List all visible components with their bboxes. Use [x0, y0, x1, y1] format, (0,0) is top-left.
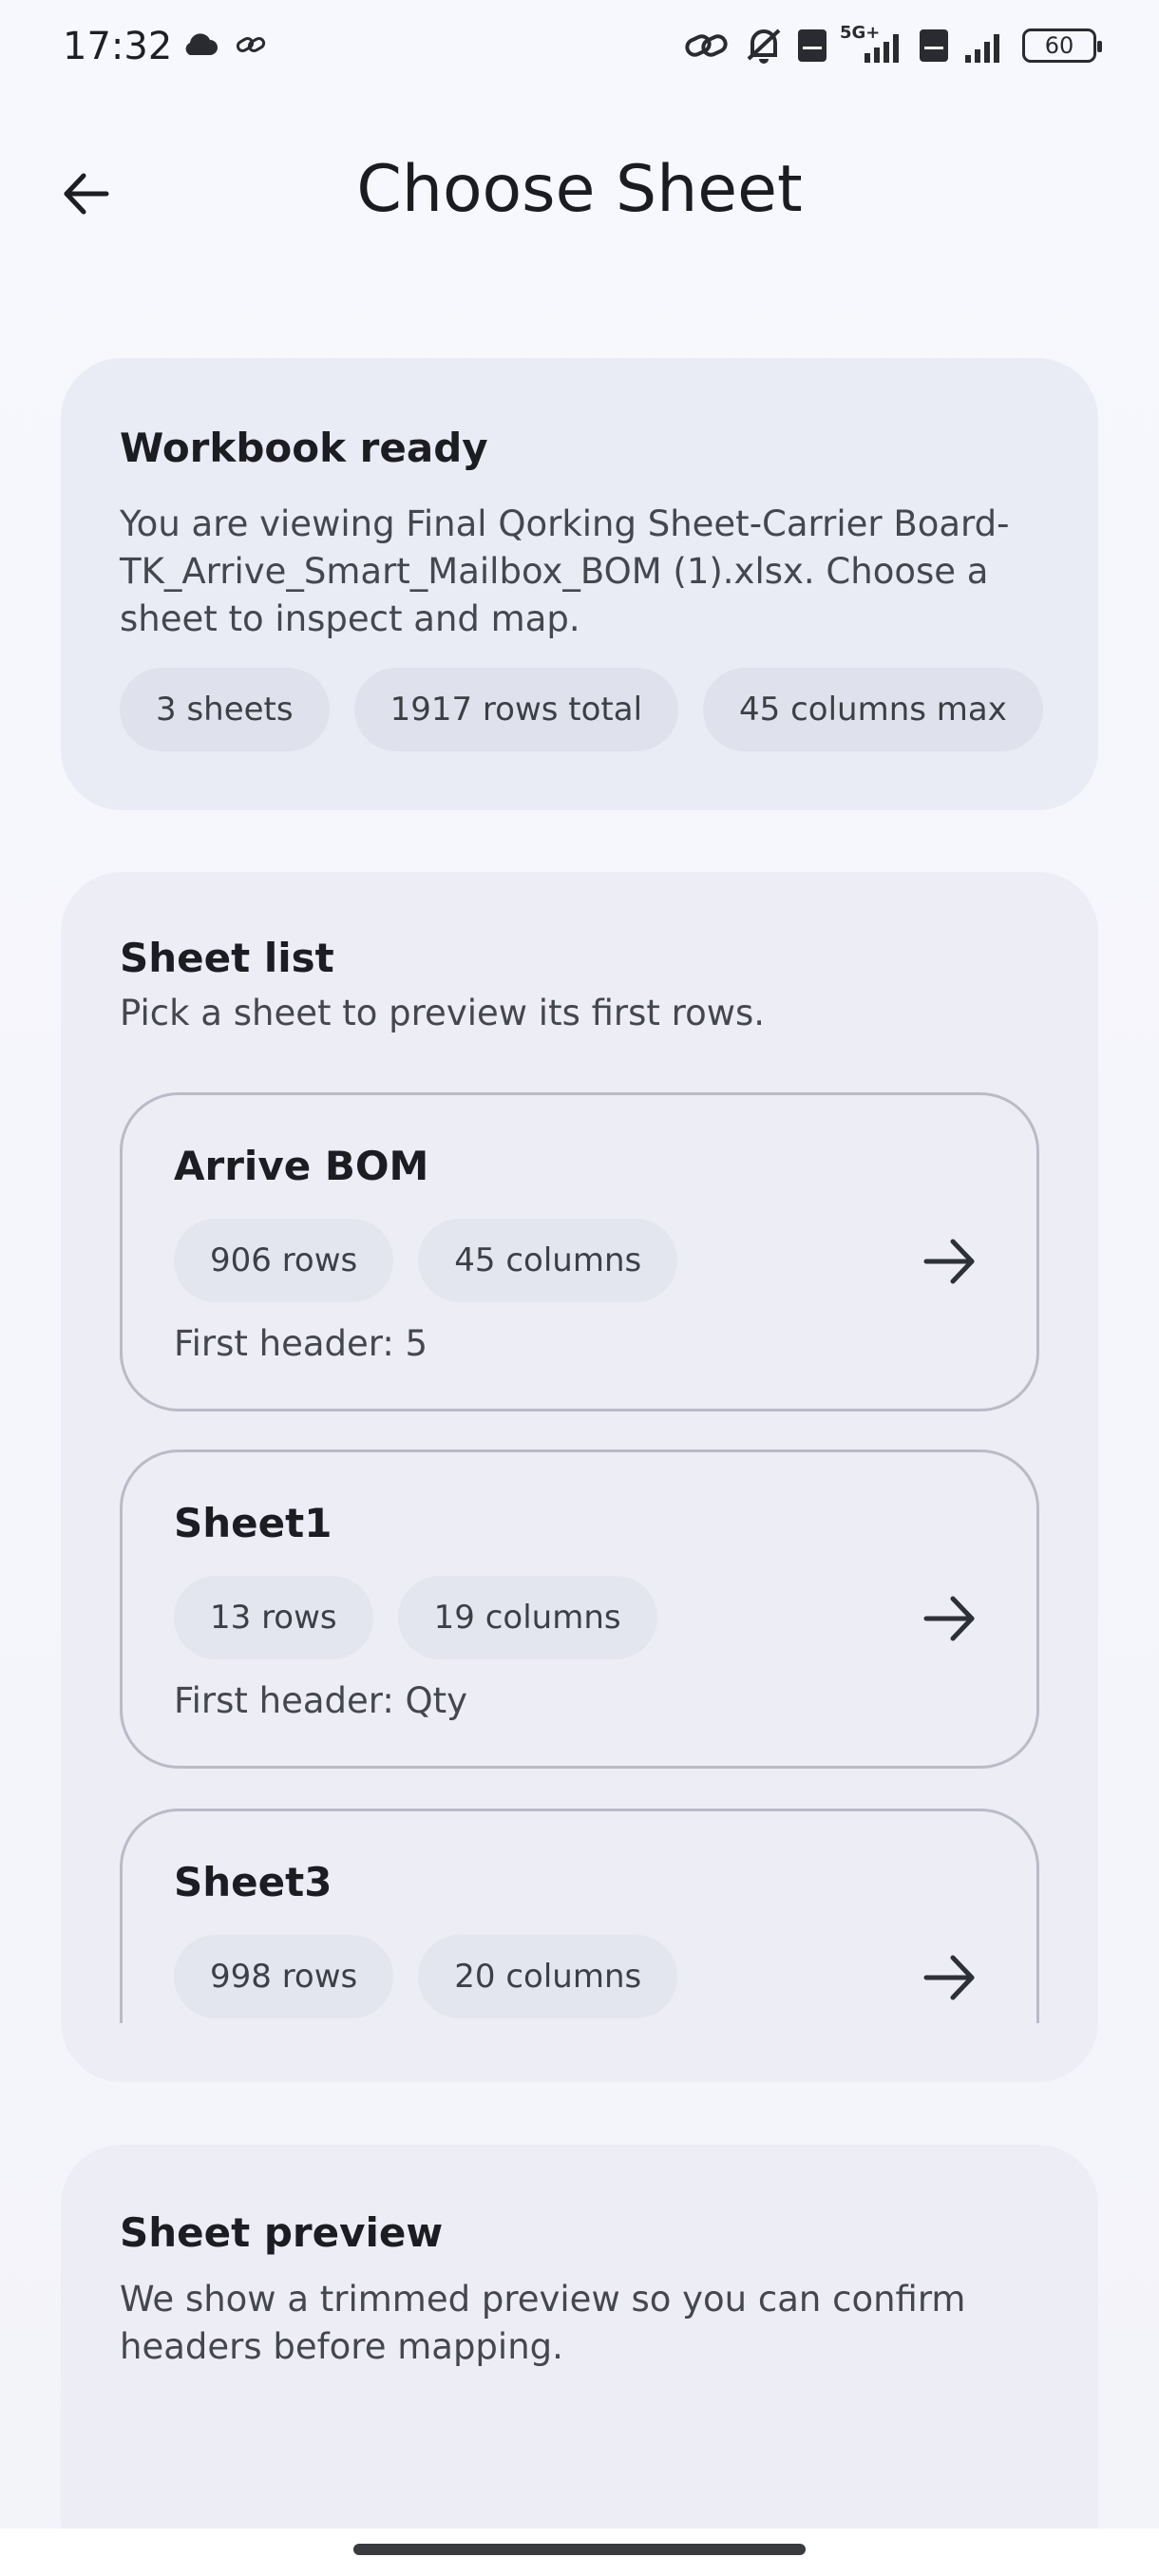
status-left-icons — [180, 32, 266, 57]
summary-chip-row: 3 sheets 1917 rows total 45 columns max — [120, 668, 1043, 751]
page-title: Choose Sheet — [356, 152, 803, 227]
first-header-text: First header: 5 — [174, 1323, 428, 1364]
sheet-item-sheet3[interactable]: Sheet3 998 rows 20 columns — [120, 1809, 1039, 2023]
hotspot-icon — [685, 34, 728, 57]
link-icon — [236, 37, 266, 52]
summary-description: You are viewing Final Qorking Sheet-Carr… — [120, 503, 1010, 639]
battery-icon: 60 — [1022, 28, 1102, 63]
sheet-name: Sheet1 — [174, 1500, 332, 1546]
sheet-name: Arrive BOM — [174, 1143, 429, 1189]
arrow-forward-icon — [923, 1596, 975, 1641]
sheet-stats: 13 rows 19 columns — [174, 1576, 657, 1659]
rows-chip: 906 rows — [174, 1219, 394, 1302]
home-indicator[interactable] — [353, 2544, 806, 2555]
preview-description: We show a trimmed preview so you can con… — [120, 2279, 966, 2367]
sheet-list[interactable]: Arrive BOM 906 rows 45 columns First hea… — [120, 1092, 1039, 2023]
sheet-item-arrive-bom[interactable]: Arrive BOM 906 rows 45 columns First hea… — [120, 1092, 1039, 1411]
mute-icon — [747, 28, 781, 64]
columns-chip: 20 columns — [418, 1935, 678, 2018]
rows-chip: 13 rows — [174, 1576, 373, 1659]
columns-chip: 45 columns — [418, 1219, 678, 1302]
preview-title: Sheet preview — [120, 2209, 444, 2256]
cloud-icon — [185, 33, 218, 55]
sheet-name: Sheet3 — [174, 1859, 332, 1905]
sheet-stats: 906 rows 45 columns — [174, 1219, 678, 1302]
status-time: 17:32 — [63, 25, 173, 68]
columns-chip: 19 columns — [397, 1576, 657, 1659]
arrow-forward-icon — [923, 1955, 975, 2000]
status-bar: 17:32 5G+ 60 — [0, 0, 1159, 104]
summary-title: Workbook ready — [120, 425, 488, 471]
top-app-bar: Choose Sheet — [0, 133, 1159, 256]
screen: 17:32 5G+ 60 Choose Sheet Workbook ready… — [0, 0, 1159, 2576]
status-right-icons: 5G+ 60 — [684, 23, 1102, 65]
sheet-list-subtitle: Pick a sheet to preview its first rows. — [120, 993, 766, 1033]
first-header-text: First header: Qty — [174, 1680, 468, 1721]
volte-nr-icon — [798, 29, 826, 62]
signal-5g-icon: 5G+ — [840, 23, 906, 65]
sheet-list-card: Sheet list Pick a sheet to preview its f… — [61, 872, 1098, 2082]
sheet-count-chip: 3 sheets — [120, 668, 330, 751]
rows-chip: 998 rows — [174, 1935, 394, 2018]
rows-total-chip: 1917 rows total — [353, 668, 679, 751]
sheet-preview-card: Sheet preview We show a trimmed preview … — [61, 2145, 1098, 2576]
signal-icon — [965, 34, 999, 63]
columns-max-chip: 45 columns max — [703, 668, 1043, 751]
arrow-forward-icon — [923, 1239, 975, 1284]
workbook-summary-card: Workbook ready You are viewing Final Qor… — [61, 358, 1098, 810]
sheet-stats: 998 rows 20 columns — [174, 1935, 678, 2018]
volte-lte-icon — [920, 29, 948, 62]
sheet-item-sheet1[interactable]: Sheet1 13 rows 19 columns First header: … — [120, 1449, 1039, 1769]
sheet-list-title: Sheet list — [120, 935, 334, 981]
